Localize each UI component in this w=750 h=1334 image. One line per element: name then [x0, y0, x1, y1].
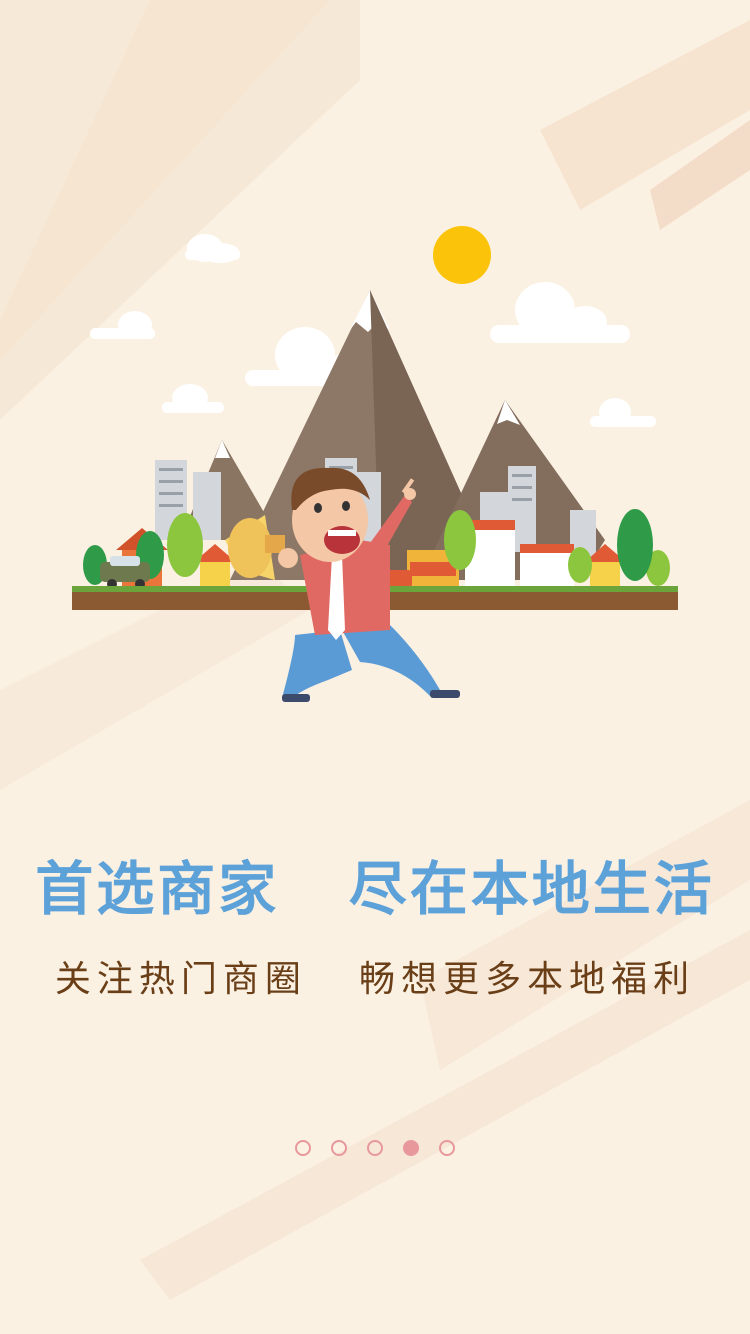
page-dot-3[interactable] — [367, 1140, 383, 1156]
city-illustration — [72, 226, 678, 702]
page-indicator — [0, 1140, 750, 1156]
subheadline: 关注热门商圈 畅想更多本地福利 — [54, 959, 696, 1000]
headline: 首选商家 尽在本地生活 — [35, 855, 715, 923]
sun-icon — [433, 226, 491, 284]
page-dot-5[interactable] — [439, 1140, 455, 1156]
page-dot-1[interactable] — [295, 1140, 311, 1156]
page-dot-2[interactable] — [331, 1140, 347, 1156]
page-dot-4[interactable] — [403, 1140, 419, 1156]
